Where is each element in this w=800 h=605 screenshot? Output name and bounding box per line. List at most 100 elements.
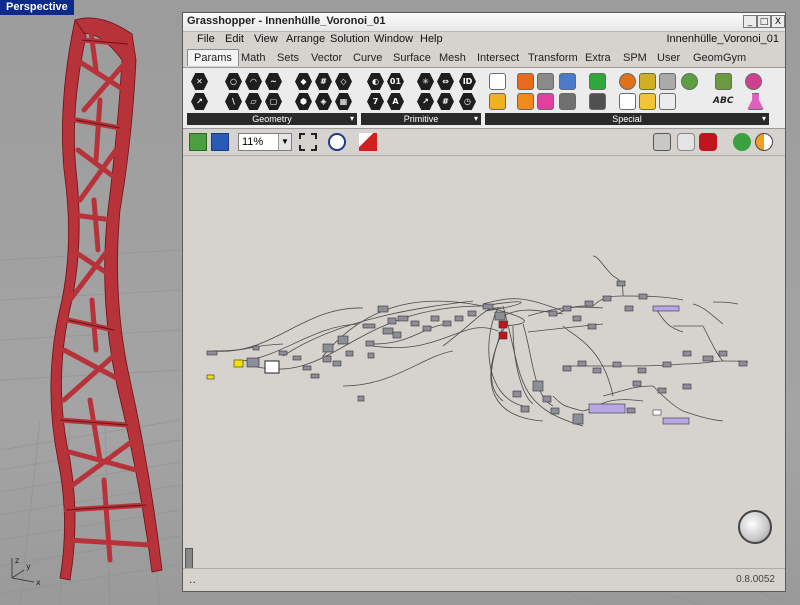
expand-icon[interactable]: ▾ xyxy=(474,113,478,125)
point-param-icon[interactable]: ✕ xyxy=(191,73,208,90)
scribble-icon[interactable] xyxy=(517,93,534,110)
component-node[interactable] xyxy=(482,303,494,310)
tab-sets[interactable]: Sets xyxy=(277,52,299,64)
number-slider-icon[interactable] xyxy=(537,93,554,110)
field-param-icon[interactable]: ▦ xyxy=(335,93,352,110)
component-node[interactable] xyxy=(512,390,522,398)
complex-param-icon[interactable]: # xyxy=(437,93,454,110)
graph-mapper-icon[interactable] xyxy=(537,73,554,90)
component-node[interactable] xyxy=(587,323,597,330)
definition-canvas[interactable] xyxy=(183,156,785,570)
time-param-icon[interactable]: ◷ xyxy=(459,93,476,110)
component-node[interactable] xyxy=(616,280,626,287)
curve-param-icon[interactable]: ~ xyxy=(265,73,282,90)
component-node[interactable] xyxy=(252,345,260,351)
component-node[interactable] xyxy=(702,355,714,362)
component-node[interactable] xyxy=(520,405,530,413)
colour-picker-icon[interactable] xyxy=(715,73,732,90)
component-node[interactable] xyxy=(572,413,584,425)
component-node[interactable] xyxy=(532,380,544,392)
arc-param-icon[interactable]: ◠ xyxy=(245,73,262,90)
component-node[interactable] xyxy=(637,367,647,374)
component-node[interactable] xyxy=(638,293,648,300)
string-param-icon[interactable]: A xyxy=(387,93,404,110)
component-node[interactable] xyxy=(657,387,667,394)
expand-icon[interactable]: ▾ xyxy=(350,113,354,125)
surface-param-icon[interactable]: ◆ xyxy=(295,73,312,90)
tab-params[interactable]: Params xyxy=(187,49,239,66)
primitive-panel-label[interactable]: Primitive ▾ xyxy=(361,113,481,125)
component-node[interactable] xyxy=(494,311,506,321)
component-node[interactable] xyxy=(550,407,560,415)
interval-param-icon[interactable]: ⇔ xyxy=(437,73,454,90)
geometry-panel-label[interactable]: Geometry ▾ xyxy=(187,113,357,125)
expand-icon[interactable]: ▾ xyxy=(762,113,766,125)
colour-swatch-icon[interactable] xyxy=(619,73,636,90)
component-node[interactable] xyxy=(562,365,572,372)
zoom-extents-icon[interactable] xyxy=(299,133,317,151)
tab-extra[interactable]: Extra xyxy=(585,52,611,64)
path-param-icon[interactable]: ↗ xyxy=(417,93,434,110)
tab-geomgym[interactable]: GeomGym xyxy=(693,52,746,64)
panel-icon[interactable] xyxy=(489,93,506,110)
curve-param-node[interactable] xyxy=(498,320,508,329)
save-file-icon[interactable] xyxy=(211,133,229,151)
selected-component-node[interactable] xyxy=(588,403,626,414)
menu-view[interactable]: View xyxy=(254,33,278,45)
panel-node[interactable] xyxy=(264,360,280,374)
cluster-icon[interactable] xyxy=(589,93,606,110)
document-preview-icon[interactable] xyxy=(733,133,751,151)
component-node[interactable] xyxy=(362,323,376,329)
text-tag-icon[interactable]: ABC xyxy=(713,93,737,110)
component-node[interactable] xyxy=(602,295,612,302)
number-param-icon[interactable]: 7 xyxy=(367,93,384,110)
brep-param-icon[interactable]: ⬢ xyxy=(295,93,312,110)
component-node[interactable] xyxy=(302,365,312,371)
component-node[interactable] xyxy=(382,327,394,335)
tab-transform[interactable]: Transform xyxy=(528,52,578,64)
preview-settings-icon[interactable] xyxy=(755,133,773,151)
gradient-icon[interactable] xyxy=(517,73,534,90)
menu-edit[interactable]: Edit xyxy=(225,33,244,45)
tab-curve[interactable]: Curve xyxy=(353,52,382,64)
tab-spm[interactable]: SPM xyxy=(623,52,647,64)
component-node[interactable] xyxy=(662,361,672,368)
zoom-level-input[interactable]: 11% ▼ xyxy=(238,133,292,151)
preview-eye-icon[interactable] xyxy=(328,133,346,151)
vector-param-icon[interactable]: ↗ xyxy=(191,93,208,110)
component-node[interactable] xyxy=(357,395,365,402)
component-node[interactable] xyxy=(397,315,409,322)
component-node[interactable] xyxy=(365,340,375,347)
gradient-control-icon[interactable] xyxy=(619,93,636,110)
slider-node[interactable] xyxy=(233,359,244,368)
tab-mesh[interactable]: Mesh xyxy=(439,52,466,64)
component-node[interactable] xyxy=(682,350,692,357)
menu-arrange[interactable]: Arrange xyxy=(286,33,325,45)
component-node[interactable] xyxy=(310,373,320,379)
plane-param-icon[interactable]: ▱ xyxy=(245,93,262,110)
mesh-param-icon[interactable]: # xyxy=(315,73,332,90)
menu-window[interactable]: Window xyxy=(374,33,413,45)
component-node[interactable] xyxy=(584,300,594,307)
close-button[interactable]: X xyxy=(771,15,785,28)
component-node[interactable] xyxy=(548,310,558,317)
document-name[interactable]: Innenhülle_Voronoi_01 xyxy=(666,33,779,45)
component-node[interactable] xyxy=(337,335,349,345)
component-node[interactable] xyxy=(454,315,464,322)
special-panel-label[interactable]: Special ▾ xyxy=(485,113,769,125)
boolean-param-icon[interactable]: ◐ xyxy=(367,73,384,90)
quick-graph-icon[interactable] xyxy=(639,73,656,90)
tab-user[interactable]: User xyxy=(657,52,680,64)
component-node[interactable] xyxy=(246,357,260,368)
menu-file[interactable]: File xyxy=(197,33,215,45)
viewport-title[interactable]: Perspective xyxy=(0,0,74,15)
value-list-icon[interactable] xyxy=(559,93,576,110)
integer-param-icon[interactable]: 01 xyxy=(387,73,404,90)
circle-param-icon[interactable]: ○ xyxy=(225,73,242,90)
component-node[interactable] xyxy=(442,320,452,327)
component-node[interactable] xyxy=(577,360,587,367)
preview-selected-icon[interactable] xyxy=(699,133,717,151)
component-node[interactable] xyxy=(332,360,342,367)
component-node[interactable] xyxy=(430,315,440,322)
tab-vector[interactable]: Vector xyxy=(311,52,342,64)
